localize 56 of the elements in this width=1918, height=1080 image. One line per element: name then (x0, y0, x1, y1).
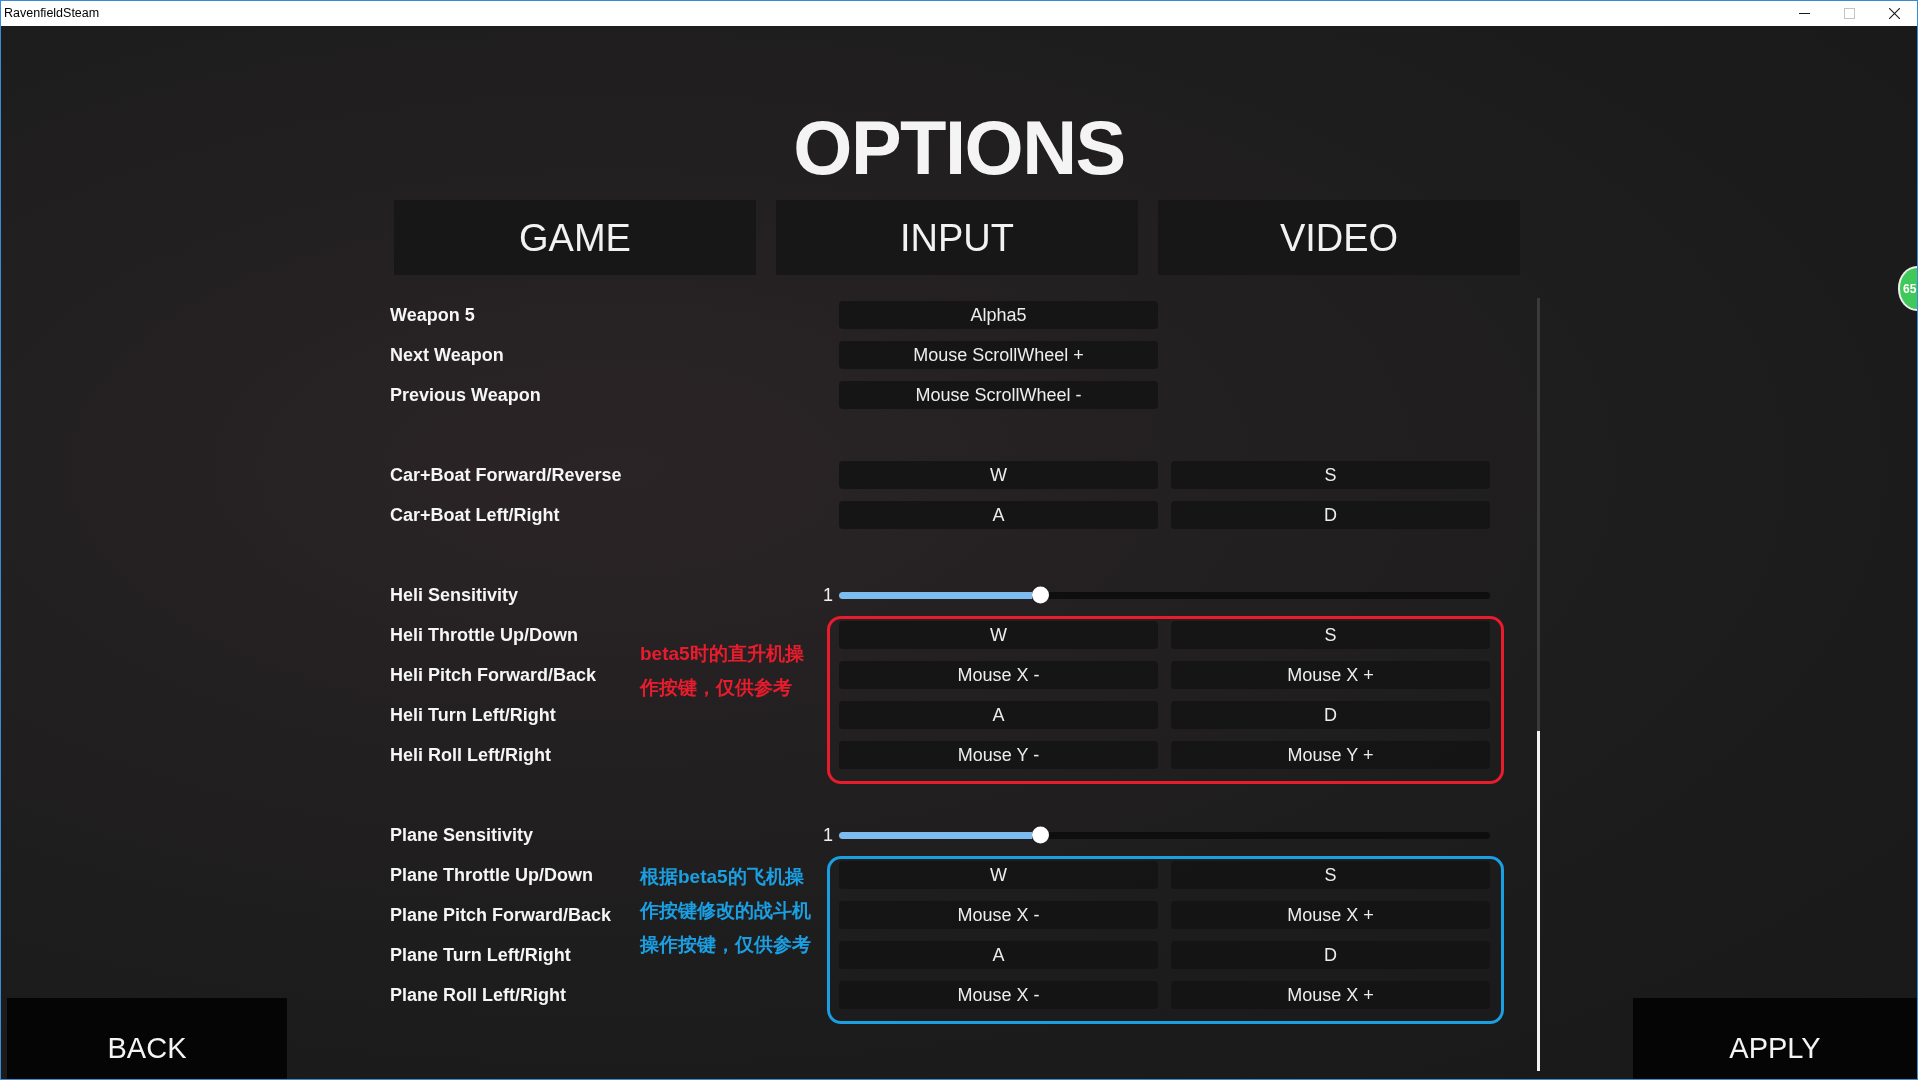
minimize-icon (1799, 13, 1810, 14)
setting-label: Plane Throttle Up/Down (390, 864, 593, 885)
setting-label: Plane Pitch Forward/Back (390, 904, 612, 925)
keybind-button[interactable]: D (1171, 941, 1490, 969)
tab[interactable]: INPUT (776, 200, 1138, 275)
scrollbar-thumb[interactable] (1537, 731, 1540, 1071)
annotation-note: 根据beta5的飞机操作按键修改的战斗机操作按键，仅供参考 (640, 865, 812, 957)
keybind-button[interactable]: Mouse X + (1171, 661, 1490, 689)
setting-label: Car+Boat Forward/Reverse (390, 464, 622, 485)
keybind-button[interactable]: W (839, 621, 1158, 649)
keybind-button[interactable]: D (1171, 501, 1490, 529)
setting-label: Heli Roll Left/Right (390, 744, 551, 765)
apply-button[interactable]: APPLY (1633, 998, 1917, 1079)
setting-label: Heli Turn Left/Right (390, 704, 556, 725)
keybind-button[interactable]: S (1171, 861, 1490, 889)
setting-label: Weapon 5 (390, 304, 475, 325)
annotation-note: beta5时的直升机操作按键，仅供参考 (640, 642, 805, 700)
window-title: RavenfieldSteam (3, 7, 100, 20)
keybind-button[interactable]: Mouse Y + (1171, 741, 1490, 769)
close-icon (1889, 8, 1900, 19)
keybind-button[interactable]: Mouse Y - (839, 741, 1158, 769)
setting-label: Plane Turn Left/Right (390, 944, 571, 965)
scrollbar-track[interactable] (1537, 298, 1540, 1071)
setting-label: Plane Roll Left/Right (390, 984, 566, 1005)
keybind-button[interactable]: Mouse ScrollWheel + (839, 341, 1158, 369)
setting-label: Heli Sensitivity (390, 584, 519, 605)
keybind-button[interactable]: Mouse X + (1171, 981, 1490, 1009)
keybind-button[interactable]: Alpha5 (839, 301, 1158, 329)
keybind-button[interactable]: S (1171, 461, 1490, 489)
slider-value: 1 (823, 584, 833, 605)
keybind-button[interactable]: W (839, 861, 1158, 889)
keybind-button[interactable]: W (839, 461, 1158, 489)
keybind-button[interactable]: A (839, 501, 1158, 529)
setting-label: Plane Sensitivity (390, 824, 534, 845)
keybind-button[interactable]: Mouse ScrollWheel - (839, 381, 1158, 409)
setting-label: Heli Throttle Up/Down (390, 624, 578, 645)
slider-thumb[interactable] (1032, 826, 1050, 844)
keybind-button[interactable]: S (1171, 621, 1490, 649)
keybind-button[interactable]: A (839, 701, 1158, 729)
keybind-button[interactable]: Mouse X + (1171, 901, 1490, 929)
setting-label: Previous Weapon (390, 384, 541, 405)
keybind-button[interactable]: Mouse X - (839, 981, 1158, 1009)
back-button[interactable]: BACK (7, 998, 287, 1079)
maximize-icon (1844, 8, 1855, 19)
setting-label: Car+Boat Left/Right (390, 504, 560, 525)
keybind-button[interactable]: D (1171, 701, 1490, 729)
slider-thumb[interactable] (1032, 586, 1050, 604)
keybind-button[interactable]: Mouse X - (839, 901, 1158, 929)
tab[interactable]: GAME (394, 200, 756, 275)
setting-label: Heli Pitch Forward/Back (390, 664, 597, 685)
keybind-button[interactable]: Mouse X - (839, 661, 1158, 689)
page-title: OPTIONS (793, 110, 1125, 186)
slider-value: 1 (823, 824, 833, 845)
tab[interactable]: VIDEO (1158, 200, 1520, 275)
keybind-button[interactable]: A (839, 941, 1158, 969)
setting-label: Next Weapon (390, 344, 504, 365)
